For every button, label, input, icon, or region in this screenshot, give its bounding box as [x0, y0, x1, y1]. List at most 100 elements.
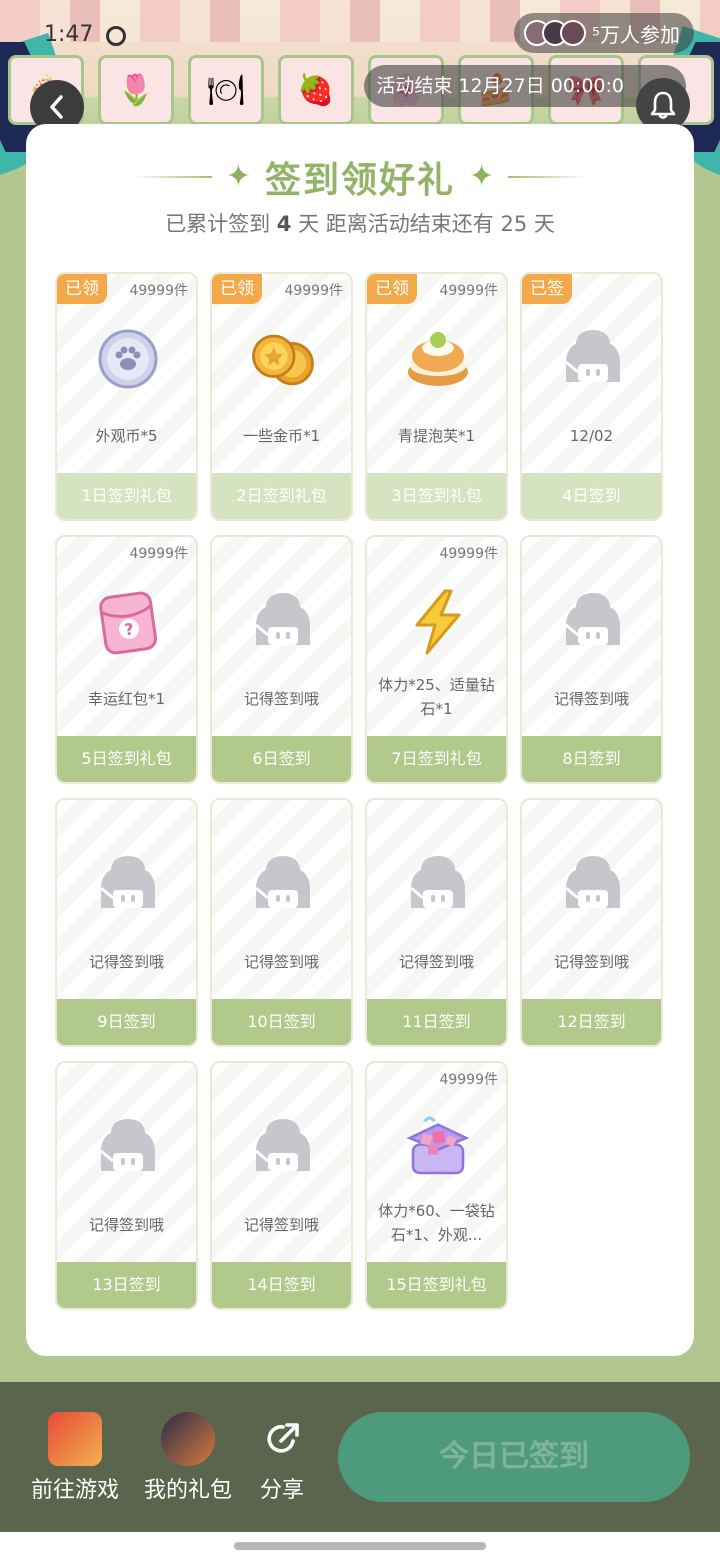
- reward-stock-count: 49999件: [439, 283, 498, 299]
- day-label: 1日签到礼包: [57, 473, 196, 519]
- claimed-badge: 已领: [212, 274, 262, 304]
- checkin-day-card[interactable]: 记得签到哦 8日签到: [520, 535, 663, 784]
- placeholder-character-icon: [93, 1113, 163, 1183]
- reward-name: 记得签到哦: [88, 953, 164, 971]
- checkin-day-card[interactable]: 记得签到哦 12日签到: [520, 798, 663, 1047]
- checkin-day-card[interactable]: 49999件体力*60、一袋钻石*1、外观... 15日签到礼包: [365, 1061, 508, 1310]
- reward-name: 体力*60、一袋钻石*1、外观...: [378, 1202, 495, 1244]
- gold-coins-icon: [248, 324, 318, 394]
- checkin-day-card[interactable]: 记得签到哦 11日签到: [365, 798, 508, 1047]
- days-left-count: 25: [500, 212, 528, 236]
- checkin-day-card[interactable]: 记得签到哦 6日签到: [210, 535, 353, 784]
- checkin-day-card[interactable]: 已领 49999件外观币*5 1日签到礼包: [55, 272, 198, 521]
- reward-stock-count: 49999件: [129, 546, 188, 562]
- gem-chest-icon: [403, 1113, 473, 1183]
- day-label: 9日签到: [57, 999, 196, 1045]
- reward-name: 记得签到哦: [243, 953, 319, 971]
- checkin-day-card[interactable]: 记得签到哦 10日签到: [210, 798, 353, 1047]
- placeholder-character-icon: [558, 587, 628, 657]
- goto-game-label: 前往游戏: [30, 1478, 119, 1503]
- sparkle-icon: ✦: [469, 159, 495, 194]
- reward-name: 一些金币*1: [242, 427, 321, 445]
- reward-name: 记得签到哦: [553, 690, 629, 708]
- placeholder-character-icon: [558, 324, 628, 394]
- shelf-tile: 🍽: [188, 55, 264, 125]
- game-icon: [48, 1412, 102, 1466]
- claimed-badge: 已领: [57, 274, 107, 304]
- reward-name: 青提泡芙*1: [397, 427, 476, 445]
- checkin-day-card[interactable]: 记得签到哦 14日签到: [210, 1061, 353, 1310]
- alarm-icon: [106, 26, 126, 46]
- day-label: 14日签到: [212, 1262, 351, 1308]
- reward-name: 外观币*5: [95, 427, 158, 445]
- placeholder-character-icon: [403, 850, 473, 920]
- cream-puff-icon: [403, 324, 473, 394]
- share-label: 分享: [259, 1478, 304, 1503]
- checkin-day-card[interactable]: 记得签到哦 13日签到: [55, 1061, 198, 1310]
- checkin-day-card[interactable]: 已签 12/02 4日签到: [520, 272, 663, 521]
- checkin-day-card[interactable]: 49999件? 幸运红包*1 5日签到礼包: [55, 535, 198, 784]
- day-label: 10日签到: [212, 999, 351, 1045]
- subtitle-suffix: 天: [533, 212, 555, 236]
- avatar: [559, 20, 586, 46]
- claimed-badge: 已领: [367, 274, 417, 304]
- bell-icon: [650, 91, 676, 119]
- my-gifts-label: 我的礼包: [143, 1478, 232, 1503]
- placeholder-character-icon: [248, 587, 318, 657]
- signed-days-count: 4: [276, 212, 292, 236]
- share-button[interactable]: 分享: [256, 1412, 308, 1504]
- chevron-left-icon: [50, 95, 63, 119]
- checkin-day-card[interactable]: 记得签到哦 9日签到: [55, 798, 198, 1047]
- day-label: 12日签到: [522, 999, 661, 1045]
- claimed-badge: 已签: [522, 274, 572, 304]
- checkin-grid: 已领 49999件 外观币*5 1日签到礼包 已领 49999件 一些金币*1 2日签到礼包已…: [55, 272, 663, 1310]
- shelf-tile: 🍓: [278, 55, 354, 125]
- day-label: 4日签到: [522, 473, 661, 519]
- participants-pill: ⁵万人参加: [513, 13, 694, 53]
- reward-name: 记得签到哦: [398, 953, 474, 971]
- title-divider-left: [131, 176, 212, 178]
- reward-stock-count: 49999件: [129, 283, 188, 299]
- card-title-row: ✦ 签到领好礼 ✦: [26, 154, 694, 201]
- reward-name: 记得签到哦: [243, 690, 319, 708]
- day-label: 13日签到: [57, 1262, 196, 1308]
- paw-coin-icon: [93, 324, 163, 394]
- checkin-card: ✦ 签到领好礼 ✦ 已累计签到 4 天 距离活动结束还有 25 天 已领 4999…: [26, 124, 694, 1356]
- reward-stock-count: 49999件: [439, 1072, 498, 1088]
- placeholder-character-icon: [93, 850, 163, 920]
- subtitle-prefix: 已累计签到: [165, 212, 271, 236]
- day-label: 2日签到礼包: [212, 473, 351, 519]
- placeholder-character-icon: [248, 850, 318, 920]
- participant-avatars: [523, 20, 586, 46]
- placeholder-character-icon: [558, 850, 628, 920]
- home-indicator[interactable]: [234, 1542, 486, 1550]
- my-gifts-button[interactable]: 我的礼包: [142, 1412, 234, 1504]
- reward-stock-count: 49999件: [284, 283, 343, 299]
- reward-name: 记得签到哦: [553, 953, 629, 971]
- reward-name: 12/02: [569, 427, 614, 445]
- day-label: 3日签到礼包: [367, 473, 506, 519]
- shelf-tile: 🌷: [98, 55, 174, 125]
- day-label: 15日签到礼包: [367, 1262, 506, 1308]
- goto-game-button[interactable]: 前往游戏: [30, 1412, 120, 1504]
- reward-stock-count: 49999件: [439, 546, 498, 562]
- checkin-day-card[interactable]: 已领 49999件青提泡芙*1 3日签到礼包: [365, 272, 508, 521]
- bottom-bar: 前往游戏 我的礼包 分享 今日已签到: [0, 1382, 720, 1532]
- reward-name: 体力*25、适量钻石*1: [378, 676, 495, 718]
- lightning-icon: [403, 587, 473, 657]
- status-bar-time: 1:47: [44, 22, 94, 47]
- checkin-progress-text: 已累计签到 4 天 距离活动结束还有 25 天: [26, 208, 694, 238]
- day-label: 7日签到礼包: [367, 736, 506, 782]
- lucky-envelope-icon: ?: [93, 587, 163, 657]
- signed-today-button[interactable]: 今日已签到: [338, 1412, 690, 1502]
- reward-name: 幸运红包*1: [87, 690, 166, 708]
- day-label: 5日签到礼包: [57, 736, 196, 782]
- card-title: 签到领好礼: [264, 160, 455, 201]
- title-divider-right: [508, 176, 589, 178]
- day-label: 11日签到: [367, 999, 506, 1045]
- share-icon: [256, 1412, 310, 1466]
- subtitle-mid: 天 距离活动结束还有: [298, 212, 494, 236]
- checkin-day-card[interactable]: 已领 49999件一些金币*1 2日签到礼包: [210, 272, 353, 521]
- checkin-day-card[interactable]: 49999件体力*25、适量钻石*1 7日签到礼包: [365, 535, 508, 784]
- day-label: 8日签到: [522, 736, 661, 782]
